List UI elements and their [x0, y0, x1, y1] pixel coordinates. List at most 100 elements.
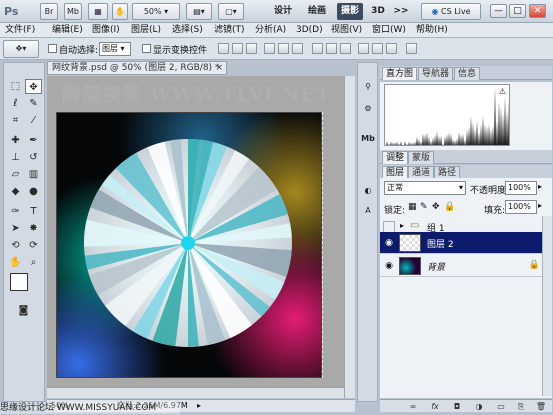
restore-button[interactable]: □	[509, 4, 526, 18]
quick-mask-icon[interactable]: ◙	[15, 303, 32, 318]
distribute-right-icon[interactable]	[386, 43, 397, 54]
quick-select-tool-icon[interactable]: ✎	[25, 96, 42, 111]
workspace-3d[interactable]: 3D	[369, 3, 387, 20]
eraser-tool-icon[interactable]: ▱	[7, 167, 24, 182]
menu-filter[interactable]: 滤镜(T)	[214, 24, 245, 37]
warning-icon[interactable]: ⚠	[499, 87, 506, 96]
horizontal-scrollbar[interactable]	[47, 387, 344, 398]
crop-tool-icon[interactable]: ⌗	[7, 113, 24, 128]
tab-adjustments[interactable]: 调整	[382, 151, 409, 164]
menu-help[interactable]: 帮助(H)	[416, 24, 448, 37]
tab-navigator[interactable]: 导航器	[418, 67, 454, 80]
vertical-scrollbar[interactable]	[344, 76, 355, 398]
align-vcenter-icon[interactable]	[232, 43, 243, 54]
distribute-vcenter-icon[interactable]	[326, 43, 337, 54]
type-tool-icon[interactable]: T	[25, 204, 42, 219]
history-brush-tool-icon[interactable]: ↺	[25, 150, 42, 165]
eyedropper-tool-icon[interactable]: ⁄	[25, 113, 42, 128]
guides-button[interactable]: ▦	[88, 3, 108, 20]
gradient-tool-icon[interactable]: ▥	[25, 167, 42, 182]
tab-masks[interactable]: 蒙版	[408, 151, 435, 164]
blur-tool-icon[interactable]: ◆	[7, 184, 24, 199]
foreground-color-swatch[interactable]	[10, 273, 28, 291]
close-button[interactable]: ✕	[529, 4, 546, 18]
trash-icon[interactable]: 🗑	[534, 401, 548, 412]
workspace-photography[interactable]: 摄影	[337, 3, 363, 20]
new-layer-icon[interactable]: ⎘	[514, 401, 528, 412]
3d-rotate-tool-icon[interactable]: ⟲	[7, 238, 24, 253]
document-tab[interactable]: 网纹背景.psd @ 50% (图层 2, RGB/8) * ×	[47, 61, 227, 75]
bridge-button[interactable]: Br	[40, 3, 58, 20]
distribute-top-icon[interactable]	[312, 43, 323, 54]
link-icon[interactable]: ∞	[406, 401, 420, 412]
minibridge-panel-icon[interactable]: Mb	[360, 131, 376, 147]
shape-tool-icon[interactable]: ✸	[25, 221, 42, 236]
workspace-painting[interactable]: 绘画	[304, 3, 330, 20]
arrange-documents-button[interactable]: ▤▾	[186, 3, 212, 20]
path-select-tool-icon[interactable]: ➤	[7, 221, 24, 236]
align-bottom-icon[interactable]	[246, 43, 257, 54]
status-menu-arrow[interactable]: ▸	[197, 400, 201, 412]
auto-align-icon[interactable]	[406, 43, 417, 54]
minimize-button[interactable]: —	[490, 4, 507, 18]
menu-layer[interactable]: 图层(L)	[131, 24, 161, 37]
marquee-tool-icon[interactable]: ⬚	[7, 79, 24, 94]
menu-edit[interactable]: 编辑(E)	[52, 24, 83, 37]
brush-tool-icon[interactable]: ✒	[25, 133, 42, 148]
menu-file[interactable]: 文件(F)	[5, 24, 35, 37]
image-canvas[interactable]	[56, 112, 322, 378]
layer-row-background[interactable]: ◉ 背景 🔒	[380, 255, 552, 277]
layers-scrollbar[interactable]	[542, 216, 552, 396]
adjustments-panel-icon[interactable]: ◐	[360, 183, 376, 199]
fill-input[interactable]: 100%	[505, 200, 537, 214]
pen-tool-icon[interactable]: ✑	[7, 204, 24, 219]
eye-icon[interactable]: ◉	[383, 237, 395, 249]
menu-analysis[interactable]: 分析(A)	[255, 24, 286, 37]
eye-icon[interactable]: ◉	[383, 260, 395, 272]
lock-transparent-icon[interactable]: ▦	[408, 202, 417, 212]
cs-live-button[interactable]: ◉ CS Live	[421, 3, 481, 20]
tab-info[interactable]: 信息	[454, 67, 481, 80]
blend-mode-select[interactable]: 正常 ▾	[384, 181, 466, 195]
hand-tool-icon[interactable]: ✋	[7, 255, 24, 270]
3d-orbit-tool-icon[interactable]: ⟳	[25, 238, 42, 253]
auto-select-checkbox[interactable]	[48, 44, 57, 53]
character-panel-icon[interactable]: A	[360, 203, 376, 219]
distribute-hcenter-icon[interactable]	[372, 43, 383, 54]
menu-image[interactable]: 图像(I)	[92, 24, 120, 37]
minibridge-button[interactable]: Mb	[64, 3, 82, 20]
dodge-tool-icon[interactable]: ●	[25, 184, 42, 199]
actions-panel-icon[interactable]: ⚙	[360, 101, 376, 117]
opacity-input[interactable]: 100%	[505, 181, 537, 195]
lock-image-icon[interactable]: ✎	[420, 202, 428, 212]
fx-icon[interactable]: fx	[428, 401, 442, 412]
distribute-bottom-icon[interactable]	[340, 43, 351, 54]
menu-view[interactable]: 视图(V)	[331, 24, 362, 37]
lock-all-icon[interactable]: 🔒	[444, 202, 455, 212]
lasso-tool-icon[interactable]: ℓ	[7, 96, 24, 111]
document-close-icon[interactable]: ×	[215, 62, 223, 74]
fill-arrow-icon[interactable]: ▸	[538, 201, 542, 210]
tab-histogram[interactable]: 直方图	[382, 67, 418, 80]
expand-arrow-icon[interactable]: ▸	[400, 221, 404, 230]
align-top-icon[interactable]	[218, 43, 229, 54]
zoom-tool-icon[interactable]: ⌕	[25, 255, 42, 270]
distribute-left-icon[interactable]	[358, 43, 369, 54]
lock-position-icon[interactable]: ✥	[432, 202, 440, 212]
screen-mode-button[interactable]: ▢▾	[218, 3, 244, 20]
tool-preset-picker[interactable]: ✥▾	[3, 40, 39, 58]
layer-row-selected[interactable]: ◉ 图层 2	[380, 232, 552, 254]
folder-icon[interactable]: ▭	[494, 401, 508, 412]
menu-select[interactable]: 选择(S)	[172, 24, 203, 37]
align-right-icon[interactable]	[292, 43, 303, 54]
align-hcenter-icon[interactable]	[278, 43, 289, 54]
auto-select-dropdown[interactable]: 图层 ▾	[99, 42, 131, 56]
adjustment-icon[interactable]: ◑	[472, 401, 486, 412]
history-panel-icon[interactable]: ⚲	[360, 79, 376, 95]
show-transform-checkbox[interactable]	[142, 44, 151, 53]
align-left-icon[interactable]	[264, 43, 275, 54]
move-tool-icon[interactable]: ✥	[25, 79, 42, 94]
zoom-level-select[interactable]: 50% ▾	[132, 3, 180, 20]
hand-tool-button[interactable]: ✋	[112, 3, 128, 20]
menu-3d[interactable]: 3D(D)	[296, 24, 323, 37]
